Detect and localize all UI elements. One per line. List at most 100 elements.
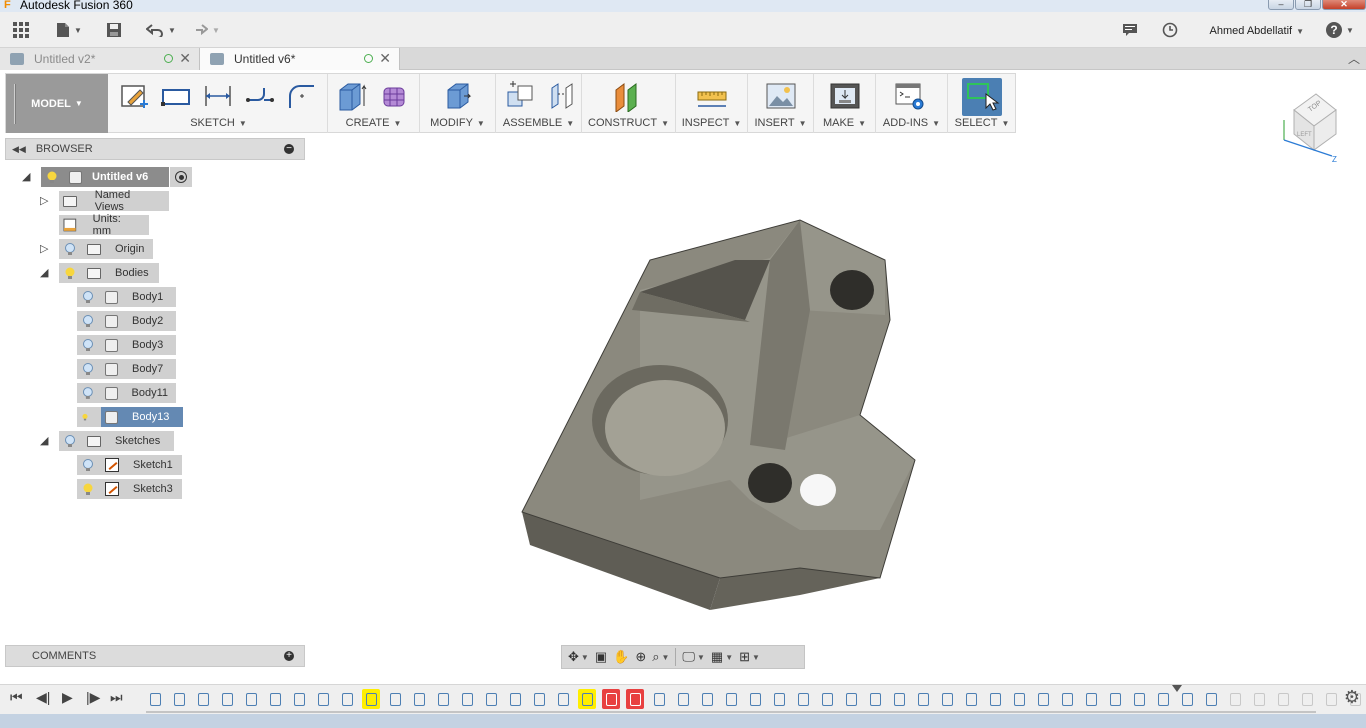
browser-node-named-views[interactable]: Named Views xyxy=(59,189,169,213)
browser-node-body11[interactable]: Body11 xyxy=(77,383,176,403)
fillet-sketch-icon[interactable] xyxy=(286,80,318,112)
press-pull-icon[interactable] xyxy=(442,80,474,112)
help-button[interactable]: ? ▼ xyxy=(1326,20,1354,40)
timeline-feature[interactable] xyxy=(1154,689,1172,709)
timeline-feature[interactable] xyxy=(770,689,788,709)
tab-untitled-v6[interactable]: Untitled v6* ✕ xyxy=(200,48,400,70)
rectangle-icon[interactable] xyxy=(160,80,192,112)
timeline-feature[interactable] xyxy=(866,689,884,709)
visibility-bulb-icon[interactable] xyxy=(81,458,95,472)
close-window-button[interactable]: ✕ xyxy=(1322,0,1366,10)
visibility-bulb-icon[interactable] xyxy=(45,170,59,184)
browser-node-origin[interactable]: Origin xyxy=(59,239,153,259)
browser-node-units[interactable]: Units: mm xyxy=(59,213,149,237)
expand-root-icon[interactable]: ◢ xyxy=(22,170,34,184)
go-to-end-icon[interactable]: ⏭ xyxy=(110,689,123,706)
measure-icon[interactable] xyxy=(696,80,728,112)
grid-settings-icon[interactable]: ▦ xyxy=(711,649,723,665)
orbit-icon[interactable]: ✥ xyxy=(568,649,579,665)
tab-untitled-v2[interactable]: Untitled v2* ✕ xyxy=(0,48,200,70)
history-button[interactable] xyxy=(1162,20,1178,40)
activate-component-button[interactable] xyxy=(170,167,192,187)
browser-node-sketches[interactable]: Sketches xyxy=(59,431,174,451)
visibility-bulb-icon[interactable] xyxy=(81,482,95,496)
visibility-bulb-icon[interactable] xyxy=(81,338,95,352)
visibility-bulb-icon[interactable] xyxy=(81,290,95,304)
scripts-addins-icon[interactable] xyxy=(894,80,926,112)
expand-named-views-icon[interactable]: ▷ xyxy=(40,194,52,208)
timeline-feature[interactable] xyxy=(890,689,908,709)
timeline-feature-suppressed[interactable] xyxy=(1226,689,1244,709)
timeline-feature[interactable] xyxy=(914,689,932,709)
timeline-feature[interactable] xyxy=(530,689,548,709)
redo-button[interactable]: ▼ xyxy=(190,20,220,40)
fit-icon[interactable]: ⌕ xyxy=(652,649,659,665)
timeline-feature[interactable] xyxy=(218,689,236,709)
expand-sketches-icon[interactable]: ◢ xyxy=(40,434,52,448)
look-at-icon[interactable]: ▣ xyxy=(595,649,607,665)
timeline-feature[interactable] xyxy=(698,689,716,709)
expand-origin-icon[interactable]: ▷ xyxy=(40,242,52,256)
timeline-feature-suppressed[interactable] xyxy=(1250,689,1268,709)
timeline-feature[interactable] xyxy=(242,689,260,709)
browser-node-sketch3[interactable]: Sketch3 xyxy=(77,479,182,499)
browser-node-sketch1[interactable]: Sketch1 xyxy=(77,455,182,475)
minimize-button[interactable]: – xyxy=(1268,0,1294,10)
viewports-icon[interactable]: ⊞ xyxy=(739,649,750,665)
timeline-feature[interactable] xyxy=(290,689,308,709)
undo-button[interactable]: ▼ xyxy=(146,20,176,40)
user-menu[interactable]: Ahmed Abdellatif ▼ xyxy=(1210,25,1304,37)
browser-node-body2[interactable]: Body2 xyxy=(77,311,176,331)
timeline-feature[interactable] xyxy=(1058,689,1076,709)
close-tab-icon[interactable]: ✕ xyxy=(379,50,391,67)
timeline-feature[interactable] xyxy=(506,689,524,709)
visibility-bulb-icon[interactable] xyxy=(81,362,95,376)
timeline-feature[interactable] xyxy=(266,689,284,709)
select-button[interactable] xyxy=(962,78,1002,116)
save-button[interactable] xyxy=(106,20,122,40)
dimension-icon[interactable] xyxy=(202,80,234,112)
timeline-feature[interactable] xyxy=(818,689,836,709)
timeline-feature[interactable] xyxy=(554,689,572,709)
timeline-feature[interactable] xyxy=(650,689,668,709)
visibility-bulb-icon[interactable] xyxy=(63,242,77,256)
timeline-feature[interactable] xyxy=(986,689,1004,709)
form-icon[interactable] xyxy=(378,80,410,112)
viewcube[interactable]: TOP LEFT Z xyxy=(1274,80,1346,170)
offset-plane-icon[interactable] xyxy=(612,80,644,112)
timeline-feature-error[interactable] xyxy=(626,689,644,709)
select-menu[interactable]: SELECT ▼ xyxy=(948,117,1016,129)
timeline-feature[interactable] xyxy=(146,689,164,709)
3d-print-icon[interactable] xyxy=(829,80,861,112)
comments-panel-header[interactable]: COMMENTS + xyxy=(5,645,305,667)
insert-menu[interactable]: INSERT ▼ xyxy=(748,117,813,129)
timeline-feature[interactable] xyxy=(1178,689,1196,709)
model-viewport[interactable] xyxy=(500,200,940,630)
timeline-feature[interactable] xyxy=(794,689,812,709)
modify-menu[interactable]: MODIFY ▼ xyxy=(420,117,495,129)
timeline-feature-highlighted[interactable] xyxy=(362,689,380,709)
assemble-menu[interactable]: ASSEMBLE ▼ xyxy=(496,117,581,129)
file-menu-button[interactable]: ▼ xyxy=(56,20,82,40)
timeline-track[interactable] xyxy=(146,711,1316,713)
zoom-icon[interactable]: ⊕ xyxy=(635,649,646,665)
visibility-bulb-icon[interactable] xyxy=(63,434,77,448)
visibility-bulb-icon[interactable] xyxy=(63,266,77,280)
create-menu[interactable]: CREATE ▼ xyxy=(328,117,419,129)
browser-node-body13[interactable]: Body13 xyxy=(77,407,183,427)
timeline-feature[interactable] xyxy=(1202,689,1220,709)
add-comment-icon[interactable]: + xyxy=(284,651,294,661)
timeline-feature[interactable] xyxy=(458,689,476,709)
timeline-feature[interactable] xyxy=(938,689,956,709)
maximize-button[interactable]: ❐ xyxy=(1295,0,1321,10)
visibility-bulb-icon[interactable] xyxy=(81,314,95,328)
timeline-feature[interactable] xyxy=(434,689,452,709)
browser-node-body1[interactable]: Body1 xyxy=(77,287,176,307)
timeline-feature[interactable] xyxy=(722,689,740,709)
sketch-menu[interactable]: SKETCH ▼ xyxy=(110,117,327,129)
gear-icon[interactable]: ⚙ xyxy=(1344,687,1360,708)
display-settings-icon[interactable]: 🖵 xyxy=(682,649,695,665)
job-status-button[interactable] xyxy=(1122,20,1138,40)
timeline-feature[interactable] xyxy=(314,689,332,709)
timeline-feature[interactable] xyxy=(842,689,860,709)
